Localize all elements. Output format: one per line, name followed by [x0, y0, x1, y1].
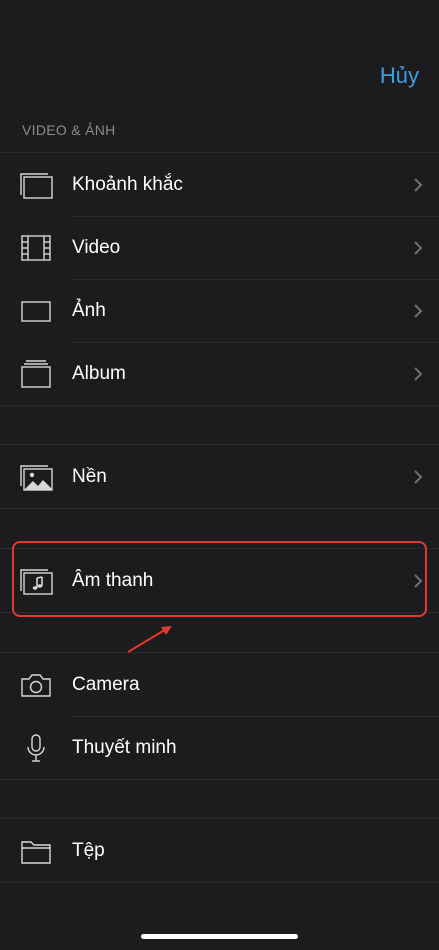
backgrounds-group: Nền	[0, 444, 439, 509]
capture-group: Camera Thuyết minh	[0, 652, 439, 780]
row-divider	[72, 342, 439, 343]
row-audio[interactable]: Âm thanh	[0, 549, 439, 612]
row-label-video: Video	[72, 236, 121, 258]
microphone-icon	[18, 732, 54, 764]
folder-icon	[18, 835, 54, 867]
section-header-video-photo: VIDEO & ẢNH	[22, 122, 116, 138]
video-photo-group: Khoảnh khắc Video Ảnh Album	[0, 152, 439, 406]
row-divider	[72, 216, 439, 217]
audio-group: Âm thanh	[0, 548, 439, 613]
music-note-icon	[18, 565, 54, 597]
row-label-photo: Ảnh	[72, 299, 106, 321]
row-camera[interactable]: Camera	[0, 653, 439, 716]
row-photo[interactable]: Ảnh	[0, 279, 439, 342]
chevron-right-icon	[413, 303, 423, 319]
chevron-right-icon	[413, 240, 423, 256]
row-files[interactable]: Tệp	[0, 819, 439, 882]
cancel-button[interactable]: Hủy	[380, 63, 419, 89]
row-label-album: Album	[72, 362, 126, 384]
background-image-icon	[18, 461, 54, 493]
chevron-right-icon	[413, 469, 423, 485]
row-voiceover[interactable]: Thuyết minh	[0, 716, 439, 779]
annotation-arrow-icon	[127, 626, 172, 653]
row-backgrounds[interactable]: Nền	[0, 445, 439, 508]
row-label-voiceover: Thuyết minh	[72, 736, 177, 758]
row-video[interactable]: Video	[0, 216, 439, 279]
chevron-right-icon	[413, 366, 423, 382]
row-divider	[72, 716, 439, 717]
row-album[interactable]: Album	[0, 342, 439, 405]
home-indicator	[141, 934, 298, 939]
photo-frame-icon	[18, 295, 54, 327]
camera-icon	[18, 669, 54, 701]
row-label-files: Tệp	[72, 839, 105, 861]
row-moments[interactable]: Khoảnh khắc	[0, 153, 439, 216]
row-label-camera: Camera	[72, 673, 140, 695]
album-icon	[18, 358, 54, 390]
files-group: Tệp	[0, 818, 439, 883]
row-divider	[72, 279, 439, 280]
moments-icon	[18, 169, 54, 201]
chevron-right-icon	[413, 573, 423, 589]
film-icon	[18, 232, 54, 264]
row-label-audio: Âm thanh	[72, 569, 154, 591]
row-label-backgrounds: Nền	[72, 465, 107, 487]
row-label-moments: Khoảnh khắc	[72, 173, 183, 195]
chevron-right-icon	[413, 177, 423, 193]
